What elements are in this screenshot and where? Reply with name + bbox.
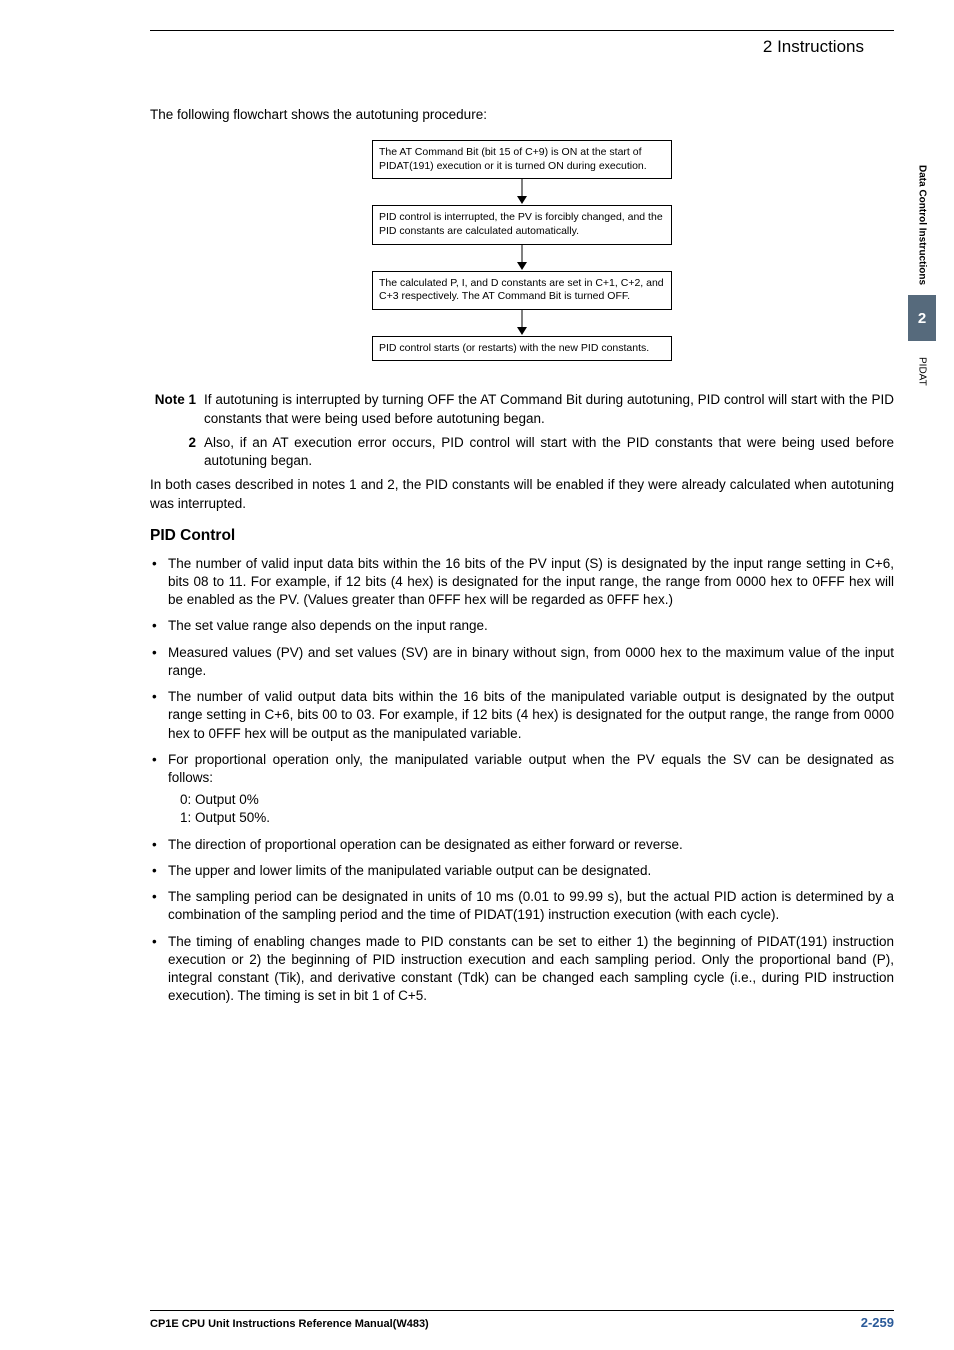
chapter-heading: 2 Instructions	[150, 37, 894, 57]
flow-arrow	[372, 179, 672, 205]
flow-arrow	[372, 245, 672, 271]
flow-box-1: The AT Command Bit (bit 15 of C+9) is ON…	[372, 140, 672, 179]
flow-box-2: PID control is interrupted, the PV is fo…	[372, 205, 672, 244]
notes-block: Note 1 If autotuning is interrupted by t…	[150, 391, 894, 470]
summary-paragraph: In both cases described in notes 1 and 2…	[150, 476, 894, 512]
note-text-2: Also, if an AT execution error occurs, P…	[204, 434, 894, 470]
footer-manual-title: CP1E CPU Unit Instructions Reference Man…	[150, 1318, 429, 1330]
sub-value-0: 0: Output 0%	[180, 791, 894, 809]
pid-control-heading: PID Control	[150, 527, 894, 545]
side-instruction-name: PIDAT	[917, 357, 928, 386]
list-item: The timing of enabling changes made to P…	[150, 933, 894, 1006]
note-label-2: 2	[150, 434, 204, 470]
note-label-1: Note 1	[150, 391, 204, 427]
page-number: 2-259	[861, 1315, 894, 1330]
note-text-1: If autotuning is interrupted by turning …	[204, 391, 894, 427]
flow-box-3: The calculated P, I, and D constants are…	[372, 271, 672, 310]
side-tab: Data Control Instructions 2 PIDAT	[908, 165, 936, 386]
pid-bullet-list: The number of valid input data bits with…	[150, 555, 894, 1006]
list-item: The sampling period can be designated in…	[150, 888, 894, 924]
page-footer: CP1E CPU Unit Instructions Reference Man…	[150, 1310, 894, 1330]
flow-arrow	[372, 310, 672, 336]
side-category: Data Control Instructions	[917, 165, 928, 285]
flowchart: The AT Command Bit (bit 15 of C+9) is ON…	[372, 140, 672, 361]
intro-text: The following flowchart shows the autotu…	[150, 107, 894, 122]
list-item: Measured values (PV) and set values (SV)…	[150, 644, 894, 680]
flow-box-4: PID control starts (or restarts) with th…	[372, 336, 672, 362]
list-item: The set value range also depends on the …	[150, 617, 894, 635]
list-item: The number of valid input data bits with…	[150, 555, 894, 610]
list-item: The number of valid output data bits wit…	[150, 688, 894, 743]
list-item: The upper and lower limits of the manipu…	[150, 862, 894, 880]
sub-value-1: 1: Output 50%.	[180, 809, 894, 827]
side-chapter-number: 2	[908, 295, 936, 341]
list-item: For proportional operation only, the man…	[150, 751, 894, 828]
list-item-text: For proportional operation only, the man…	[168, 752, 894, 785]
list-item: The direction of proportional operation …	[150, 836, 894, 854]
